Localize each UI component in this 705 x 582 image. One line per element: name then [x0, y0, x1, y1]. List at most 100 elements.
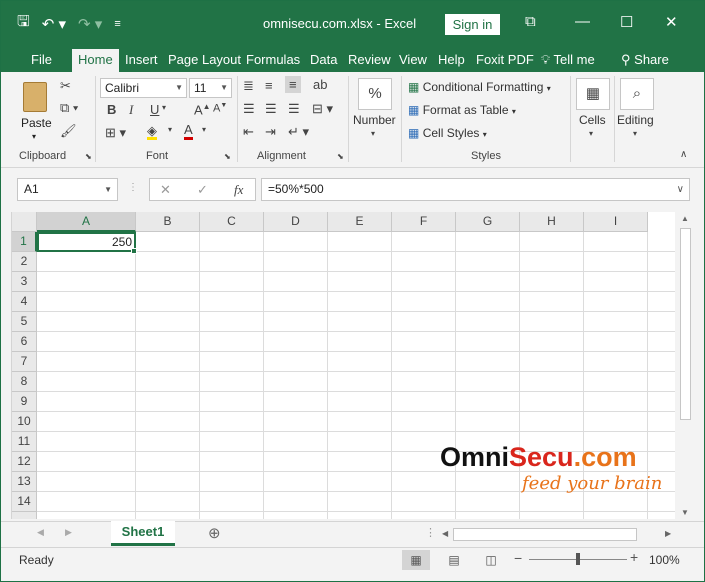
customize-qat-icon[interactable]: ≡: [114, 18, 120, 30]
tab-formulas[interactable]: Formulas: [240, 49, 306, 72]
column-header[interactable]: B: [136, 212, 200, 232]
tab-review[interactable]: Review: [342, 49, 397, 72]
merge-center-icon[interactable]: ⊟ ▾: [312, 101, 333, 117]
scroll-right-icon[interactable]: ▶: [665, 529, 671, 538]
vertical-scroll-thumb[interactable]: [680, 228, 691, 420]
share-button[interactable]: ⚲ Share: [615, 49, 675, 72]
select-all-corner[interactable]: [12, 212, 37, 232]
row-header[interactable]: 12: [12, 452, 37, 472]
redo-icon[interactable]: ↷ ▾: [78, 15, 102, 33]
normal-view-icon[interactable]: ▦: [402, 550, 430, 570]
row-header[interactable]: 6: [12, 332, 37, 352]
name-box[interactable]: A1 ▼: [17, 178, 118, 201]
formula-bar-grip-icon[interactable]: ⋮: [128, 182, 138, 193]
row-header[interactable]: 9: [12, 392, 37, 412]
decrease-indent-icon[interactable]: ⇤: [243, 124, 254, 140]
column-header[interactable]: F: [392, 212, 456, 232]
tab-help[interactable]: Help: [432, 49, 471, 72]
center-icon[interactable]: ☰: [265, 101, 277, 117]
cells-button[interactable]: Cells: [579, 113, 606, 127]
row-header[interactable]: 14: [12, 492, 37, 512]
sign-in-button[interactable]: Sign in: [445, 14, 500, 35]
middle-align-icon[interactable]: ≡: [265, 78, 273, 93]
row-header[interactable]: 4: [12, 292, 37, 312]
tab-foxit-pdf[interactable]: Foxit PDF: [470, 49, 540, 72]
zoom-slider-thumb[interactable]: [576, 553, 580, 565]
zoom-out-icon[interactable]: −: [514, 550, 522, 566]
formula-input[interactable]: =50%*500 ∨: [261, 178, 690, 201]
tab-split-grip-icon[interactable]: ⋮: [425, 526, 436, 539]
new-sheet-icon[interactable]: ⊕: [208, 524, 221, 542]
zoom-level[interactable]: 100%: [649, 553, 680, 567]
decrease-font-size-icon[interactable]: A▼: [213, 102, 227, 115]
magnifier-icon[interactable]: ⌕: [620, 78, 654, 110]
font-launcher-icon[interactable]: ⬊: [224, 152, 231, 161]
tab-page-layout[interactable]: Page Layout: [162, 49, 247, 72]
collapse-ribbon-icon[interactable]: ∧: [680, 149, 687, 160]
clipboard-launcher-icon[interactable]: ⬊: [85, 152, 92, 161]
save-icon[interactable]: 🖫: [17, 11, 30, 36]
percent-format-button[interactable]: %: [358, 78, 392, 110]
row-header[interactable]: 8: [12, 372, 37, 392]
enter-icon[interactable]: ✓: [197, 182, 208, 198]
chevron-down-icon[interactable]: ▾: [168, 125, 172, 134]
format-as-table-button[interactable]: ▦ Format as Table ▾: [408, 103, 516, 117]
tell-me-search[interactable]: 💡︎ Tell me: [535, 49, 601, 72]
cell-a1[interactable]: 250: [37, 232, 136, 252]
orientation-icon[interactable]: ab: [313, 77, 327, 92]
fill-color-icon[interactable]: ◈: [147, 124, 157, 140]
row-header[interactable]: 10: [12, 412, 37, 432]
conditional-formatting-button[interactable]: ▦ Conditional Formatting ▾: [408, 80, 551, 94]
vertical-scrollbar[interactable]: ▲ ▼: [677, 212, 695, 521]
top-align-icon[interactable]: ≣: [243, 78, 254, 94]
cut-icon[interactable]: ✂: [60, 78, 71, 94]
insert-function-icon[interactable]: fx: [234, 182, 243, 198]
row-header[interactable]: 3: [12, 272, 37, 292]
tab-insert[interactable]: Insert: [119, 49, 164, 72]
page-break-view-icon[interactable]: ◫: [477, 550, 505, 570]
column-header[interactable]: D: [264, 212, 328, 232]
chevron-down-icon[interactable]: ▾: [202, 125, 206, 134]
underline-button[interactable]: U: [150, 102, 159, 117]
ribbon-display-options-icon[interactable]: ⧉: [525, 13, 536, 30]
next-sheet-icon[interactable]: ▶: [65, 527, 72, 538]
sheet-tab-sheet1[interactable]: Sheet1: [111, 521, 175, 546]
zoom-in-icon[interactable]: +: [630, 549, 638, 565]
scroll-up-icon[interactable]: ▲: [681, 214, 689, 223]
column-header[interactable]: E: [328, 212, 392, 232]
font-size-combo[interactable]: 11 ▼: [189, 78, 232, 98]
row-header[interactable]: 2: [12, 252, 37, 272]
row-header[interactable]: 11: [12, 432, 37, 452]
row-header[interactable]: 5: [12, 312, 37, 332]
column-header[interactable]: H: [520, 212, 584, 232]
column-header[interactable]: A: [37, 212, 136, 232]
chevron-down-icon[interactable]: ▾: [162, 103, 166, 112]
increase-font-size-icon[interactable]: A▲: [194, 102, 211, 117]
expand-formula-bar-icon[interactable]: ∨: [677, 179, 684, 200]
prev-sheet-icon[interactable]: ◀: [37, 527, 44, 538]
scroll-down-icon[interactable]: ▼: [681, 508, 689, 517]
undo-icon[interactable]: ↶ ▾: [42, 15, 66, 33]
scroll-left-icon[interactable]: ◀: [442, 529, 448, 538]
tab-file[interactable]: File: [25, 49, 58, 72]
cells-icon[interactable]: ▦: [576, 78, 610, 110]
maximize-icon[interactable]: ☐: [620, 13, 633, 31]
row-header[interactable]: 1: [12, 232, 37, 252]
page-layout-view-icon[interactable]: ▤: [440, 550, 468, 570]
row-header[interactable]: 13: [12, 472, 37, 492]
fill-handle[interactable]: [131, 248, 137, 254]
copy-icon[interactable]: ⧉ ▾: [60, 100, 78, 116]
close-icon[interactable]: ✕: [665, 13, 678, 31]
wrap-text-icon[interactable]: ↵ ▾: [288, 124, 309, 140]
tab-home[interactable]: Home: [72, 49, 119, 72]
tab-view[interactable]: View: [393, 49, 433, 72]
worksheet-grid[interactable]: ABCDEFGHI 1 2 3 4 5 6 7 8 9 10 11 12 13 14 250 OmniSe…: [11, 212, 675, 519]
column-header[interactable]: G: [456, 212, 520, 232]
paste-button[interactable]: Paste ▾: [17, 78, 55, 142]
editing-button[interactable]: Editing: [617, 113, 654, 127]
number-group-button[interactable]: Number: [353, 113, 396, 127]
minimize-icon[interactable]: —: [575, 13, 590, 30]
cell-styles-button[interactable]: ▦ Cell Styles ▾: [408, 126, 487, 140]
row-header[interactable]: 7: [12, 352, 37, 372]
row-header-partial[interactable]: [12, 512, 37, 519]
